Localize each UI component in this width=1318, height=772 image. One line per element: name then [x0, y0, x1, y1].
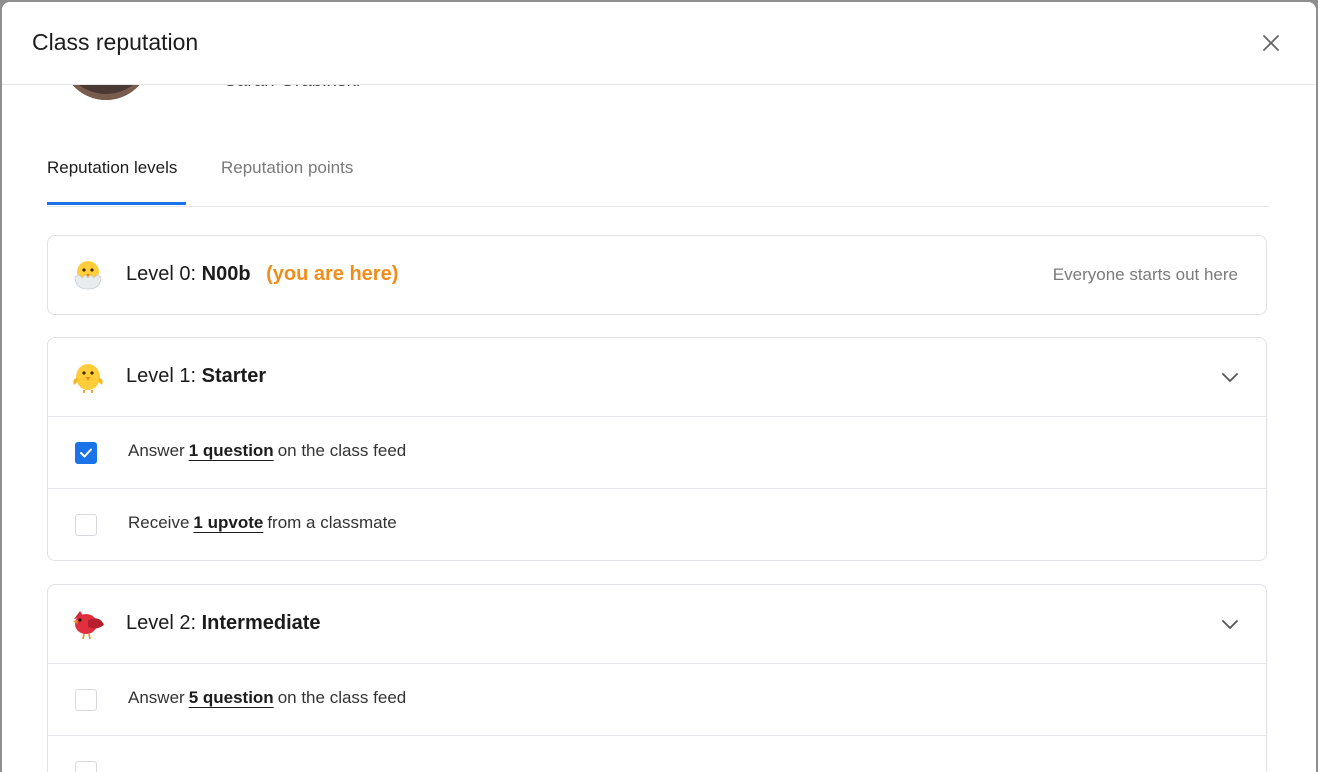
requirement-detail: on the class feed	[277, 688, 407, 707]
chevron-down-icon[interactable]	[1220, 617, 1240, 631]
level-title: Level 2: Intermediate	[126, 612, 321, 635]
requirement-row: Answer 1 question on the class feed	[48, 416, 1266, 488]
level-title: Level 0: N00b (you are here)	[126, 263, 398, 286]
requirement-verb: Answer	[128, 688, 185, 707]
level-header[interactable]: Level 2: Intermediate	[48, 585, 1266, 663]
level-prefix: Level 0:	[126, 263, 197, 285]
level-title: Level 1: Starter	[126, 365, 266, 388]
requirement-verb: Answer	[128, 441, 185, 460]
close-icon	[1263, 35, 1279, 51]
level-name: Intermediate	[201, 612, 321, 634]
class-reputation-dialog: Sarah Grabinski Class reputation Reputat…	[2, 2, 1316, 772]
requirement-text: Answer 1 question on the class feed	[128, 441, 406, 461]
level-card-1: Level 1: Starter Answer 1 question on the …	[47, 337, 1267, 561]
dialog-title: Class reputation	[32, 29, 199, 55]
requirement-verb: Receive	[128, 513, 190, 532]
requirement-link[interactable]: 1 question	[189, 441, 274, 460]
requirement-checkbox[interactable]	[75, 442, 97, 464]
requirement-row	[48, 735, 1266, 772]
level-prefix: Level 2:	[126, 612, 197, 634]
requirement-checkbox[interactable]	[75, 514, 97, 536]
level-note: Everyone starts out here	[1052, 265, 1238, 284]
level-header: Level 0: N00b (you are here) Everyone st…	[48, 236, 1266, 314]
requirement-row: Answer 5 question on the class feed	[48, 663, 1266, 735]
requirement-detail: from a classmate	[267, 513, 397, 532]
front-facing-chick-icon	[73, 364, 103, 393]
tab-bar: Reputation levels Reputation points	[47, 142, 1269, 207]
level-card-2: Level 2: Intermediate Answer 5 question on…	[47, 584, 1267, 772]
current-level-indicator: (you are here)	[266, 263, 399, 285]
level-prefix: Level 1:	[126, 365, 197, 387]
level-header[interactable]: Level 1: Starter	[48, 338, 1266, 416]
tab-reputation-points[interactable]: Reputation points	[221, 158, 353, 205]
requirement-checkbox[interactable]	[75, 761, 97, 772]
level-card-0: Level 0: N00b (you are here) Everyone st…	[47, 235, 1267, 315]
dialog-header: Class reputation	[2, 2, 1316, 85]
requirement-row: Receive 1 upvote from a classmate	[48, 488, 1266, 560]
hatching-chick-icon	[74, 261, 102, 290]
requirement-link[interactable]: 1 upvote	[193, 513, 263, 532]
close-button[interactable]	[1258, 30, 1284, 56]
requirement-detail: on the class feed	[277, 441, 407, 460]
checkmark-icon	[80, 448, 92, 458]
requirement-text: Receive 1 upvote from a classmate	[128, 513, 397, 533]
tab-reputation-levels[interactable]: Reputation levels	[47, 158, 186, 205]
level-name: Starter	[201, 365, 267, 387]
chevron-down-icon[interactable]	[1220, 370, 1240, 384]
requirement-text: Answer 5 question on the class feed	[128, 688, 406, 708]
red-bird-icon	[73, 611, 104, 640]
requirement-link[interactable]: 5 question	[189, 688, 274, 707]
level-name: N00b	[201, 263, 251, 285]
requirement-checkbox[interactable]	[75, 689, 97, 711]
